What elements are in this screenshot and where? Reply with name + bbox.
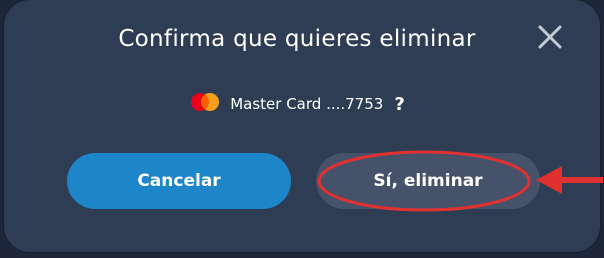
confirm-delete-button[interactable]: Sí, eliminar (316, 153, 540, 209)
screen: Confirma que quieres eliminar Master Car… (0, 0, 604, 258)
question-mark: ? (394, 93, 405, 115)
dialog-title: Confirma que quieres eliminar (118, 26, 476, 52)
cancel-button[interactable]: Cancelar (67, 153, 291, 209)
close-icon[interactable] (536, 23, 564, 51)
mastercard-icon (189, 92, 221, 116)
card-summary: Master Card ....7753 ? (4, 92, 600, 116)
delete-confirmation-dialog: Confirma que quieres eliminar Master Car… (4, 0, 600, 252)
card-label: Master Card ....7753 (230, 95, 384, 113)
